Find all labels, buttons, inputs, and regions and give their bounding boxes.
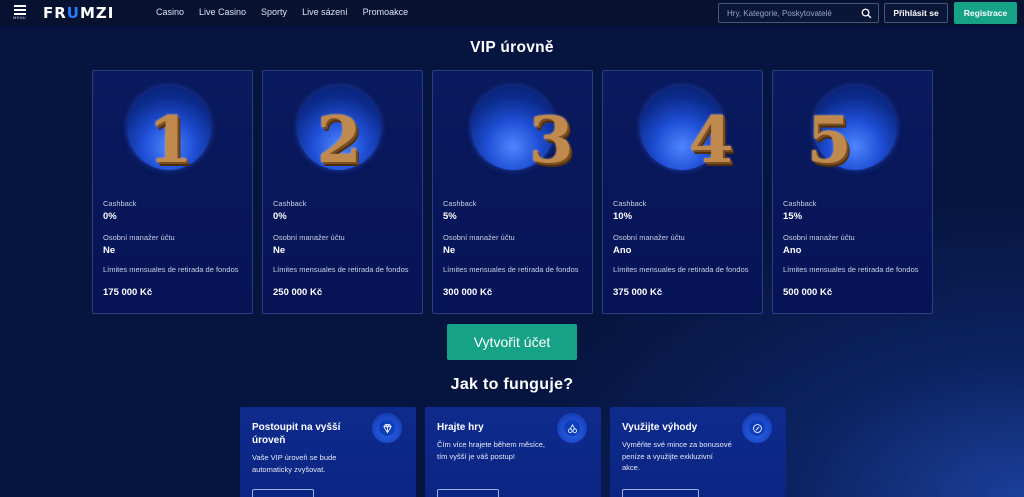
limit-value: 300 000 Kč: [443, 287, 493, 298]
step-card-use-benefits: Využijte výhody Vyměňte své mince za bon…: [610, 407, 786, 497]
limit-value: 500 000 Kč: [783, 287, 833, 298]
level-number: 3: [529, 103, 574, 178]
hamburger-icon-bar: [14, 9, 26, 11]
cashback-value: 5%: [443, 211, 457, 222]
logo[interactable]: FR U MZI: [43, 3, 115, 22]
cashback-label: Cashback: [613, 199, 647, 208]
step-card-play-games: Hrajte hry Čím více hrajete během měsíce…: [425, 407, 601, 497]
limit-label: Límites mensuales de retirada de fondos: [783, 265, 919, 274]
limit-value: 175 000 Kč: [103, 287, 153, 298]
cashback-label: Cashback: [273, 199, 307, 208]
step-text: Čím více hrajete během měsíce, tím vyšší…: [437, 440, 545, 461]
limit-value: 250 000 Kč: [273, 287, 323, 298]
vip-levels: 1 Cashback 0% Osobní manažer účtu Ne Lím…: [92, 70, 933, 314]
logo-suffix: MZI: [79, 3, 115, 22]
cherries-icon: [557, 413, 587, 443]
nav-item-promotions[interactable]: Promoakce: [363, 7, 409, 17]
menu-label: MENU: [13, 15, 26, 20]
top-bar: MENU FR U MZI Casino Live Casino Sporty Li…: [0, 0, 1024, 26]
manager-value: Ano: [783, 245, 802, 256]
cashback-value: 15%: [783, 211, 803, 222]
cashback-label: Cashback: [443, 199, 477, 208]
nav-item-live-betting[interactable]: Live sázení: [302, 7, 348, 17]
cashback-label: Cashback: [103, 199, 137, 208]
cashback-value: 0%: [103, 211, 117, 222]
vip-level-card-1: 1 Cashback 0% Osobní manažer účtu Ne Lím…: [92, 70, 253, 314]
manager-value: Ano: [613, 245, 632, 256]
search-icon[interactable]: [861, 8, 872, 19]
manager-value: Ne: [443, 245, 456, 256]
search-input[interactable]: [719, 8, 855, 18]
level-number: 1: [148, 103, 193, 178]
login-button[interactable]: Přihlásit se: [884, 3, 948, 23]
diamond-icon: [372, 413, 402, 443]
nav-item-live-casino[interactable]: Live Casino: [199, 7, 246, 17]
cashback-label: Cashback: [783, 199, 817, 208]
step-title: Využijte výhody: [622, 422, 698, 433]
vip-level-card-5: 5 Cashback 15% Osobní manažer účtu Ano L…: [772, 70, 933, 314]
coin-icon: [742, 413, 772, 443]
step-button[interactable]: [252, 489, 314, 497]
limit-label: Límites mensuales de retirada de fondos: [103, 265, 239, 274]
nav-item-casino[interactable]: Casino: [156, 7, 184, 17]
step-title: Hrajte hry: [437, 422, 484, 433]
logo-accent: U: [66, 3, 80, 22]
manager-value: Ne: [273, 245, 286, 256]
step-button[interactable]: [437, 489, 499, 497]
manager-label: Osobní manažer účtu: [613, 233, 685, 242]
register-button[interactable]: Registrace: [954, 2, 1017, 24]
level-number: 5: [807, 103, 852, 178]
limit-label: Límites mensuales de retirada de fondos: [273, 265, 409, 274]
how-it-works-steps: Postoupit na vyšší úroveň Vaše VIP úrove…: [240, 407, 786, 497]
manager-label: Osobní manažer účtu: [783, 233, 855, 242]
cashback-value: 0%: [273, 211, 287, 222]
menu-button[interactable]: MENU: [13, 5, 28, 21]
vip-level-card-4: 4 Cashback 10% Osobní manažer účtu Ano L…: [602, 70, 763, 314]
step-button[interactable]: [622, 489, 699, 497]
manager-value: Ne: [103, 245, 116, 256]
search-box: [718, 3, 879, 23]
level-number: 2: [317, 103, 362, 178]
limit-value: 375 000 Kč: [613, 287, 663, 298]
vip-level-card-3: 3 Cashback 5% Osobní manažer účtu Ne Lím…: [432, 70, 593, 314]
step-text: Vyměňte své mince za bonusové peníze a v…: [622, 440, 732, 472]
limit-label: Límites mensuales de retirada de fondos: [443, 265, 579, 274]
nav-item-sporty[interactable]: Sporty: [261, 7, 287, 17]
step-card-level-up: Postoupit na vyšší úroveň Vaše VIP úrove…: [240, 407, 416, 497]
level-number: 4: [689, 103, 734, 178]
limit-label: Límites mensuales de retirada de fondos: [613, 265, 749, 274]
hamburger-icon: [14, 5, 26, 7]
create-account-button[interactable]: Vytvořit účet: [447, 324, 577, 360]
cashback-value: 10%: [613, 211, 633, 222]
manager-label: Osobní manažer účtu: [103, 233, 175, 242]
vip-title: VIP úrovně: [470, 39, 554, 56]
manager-label: Osobní manažer účtu: [273, 233, 345, 242]
how-it-works-title: Jak to funguje?: [450, 376, 574, 393]
manager-label: Osobní manažer účtu: [443, 233, 515, 242]
step-title: Postoupit na vyšší úroveň: [252, 422, 341, 446]
step-text: Vaše VIP úroveň se bude automaticky zvyš…: [252, 453, 337, 474]
main-nav: Casino Live Casino Sporty Live sázení Pr…: [156, 7, 408, 17]
vip-level-card-2: 2 Cashback 0% Osobní manažer účtu Ne Lím…: [262, 70, 423, 314]
logo-prefix: FR: [43, 3, 67, 22]
